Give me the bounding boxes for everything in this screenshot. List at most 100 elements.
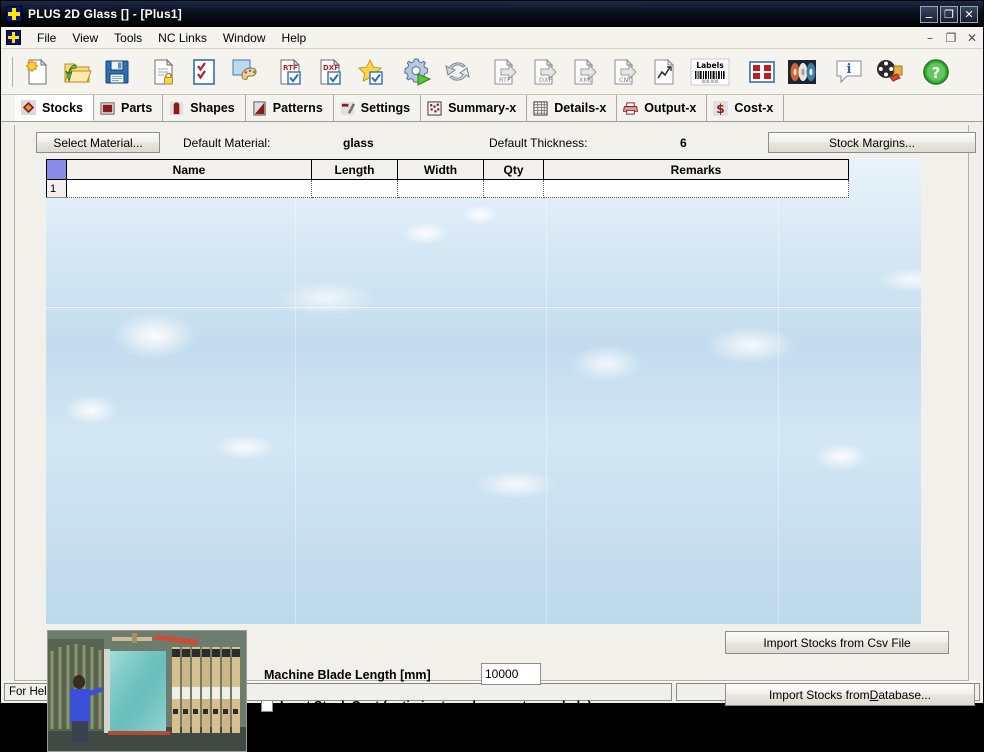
sky-background-image — [46, 159, 921, 624]
input-stock-cost-label: Input Stock Cost (optimize to reduce cos… — [280, 699, 592, 713]
default-material-label: Default Material: — [183, 136, 271, 150]
app-logo-icon[interactable] — [6, 6, 22, 22]
cell-qty[interactable] — [483, 179, 544, 198]
tab-label: Parts — [121, 101, 153, 115]
open-folder-icon[interactable] — [58, 53, 96, 91]
default-thickness-label: Default Thickness: — [489, 136, 588, 150]
menu-item-help[interactable]: Help — [274, 29, 315, 47]
default-thickness-value: 6 — [680, 136, 687, 150]
rolls-icon[interactable] — [783, 53, 821, 91]
menu-item-file[interactable]: File — [29, 29, 64, 47]
select-all-corner[interactable] — [46, 159, 67, 180]
cell-name[interactable] — [66, 179, 312, 198]
svg-text:DXF: DXF — [539, 76, 552, 84]
tab-summary-x[interactable]: Summary-x — [421, 95, 528, 121]
refresh-arrows-icon[interactable] — [439, 53, 477, 91]
tab-patterns[interactable]: Patterns — [246, 95, 334, 121]
new-file-icon[interactable] — [18, 53, 56, 91]
tab-settings[interactable]: Settings — [334, 95, 422, 121]
tab-label: Summary-x — [448, 101, 517, 115]
tab-cost-x[interactable]: $ Cost-x — [707, 95, 785, 121]
chart-report-icon[interactable] — [646, 53, 684, 91]
column-header-remarks[interactable]: Remarks — [543, 159, 849, 180]
svg-text:XML: XML — [579, 76, 593, 84]
import-db-label-pre: Import Stocks from — [768, 687, 870, 702]
menu-item-nc-links[interactable]: NC Links — [150, 29, 215, 47]
rtf-check-icon[interactable]: RTF — [272, 53, 310, 91]
svg-text:000-000: 000-000 — [702, 79, 719, 84]
menu-item-window[interactable]: Window — [215, 29, 274, 47]
stocks-panel: Select Material... Default Material: gla… — [14, 125, 976, 752]
minimize-icon: _ — [925, 3, 933, 19]
summary-icon — [427, 100, 442, 116]
import-db-label-post: atabase... — [878, 687, 932, 702]
pattern-icon — [253, 100, 266, 116]
close-button[interactable]: ✕ — [960, 5, 978, 23]
tab-label: Output-x — [644, 101, 697, 115]
info-icon[interactable]: i — [830, 53, 868, 91]
column-header-length[interactable]: Length — [311, 159, 398, 180]
mdi-close-button[interactable]: ✕ — [965, 31, 979, 45]
settings-icon — [340, 101, 355, 115]
toolbar-grip[interactable] — [9, 56, 13, 87]
menu-item-view[interactable]: View — [64, 29, 106, 47]
tab-output-x[interactable]: Output-x — [617, 95, 708, 121]
input-stock-cost-checkbox-row[interactable]: Input Stock Cost (optimize to reduce cos… — [261, 699, 592, 713]
film-reel-icon[interactable] — [870, 53, 908, 91]
dollar-icon: $ — [713, 100, 729, 116]
layout-grid-icon[interactable] — [743, 53, 781, 91]
menu-bar: File View Tools NC Links Window Help – ❐… — [1, 27, 983, 49]
column-header-qty[interactable]: Qty — [483, 159, 544, 180]
svg-text:CNC: CNC — [619, 76, 633, 84]
shape-icon — [170, 101, 184, 115]
mdi-restore-button[interactable]: ❐ — [944, 31, 958, 45]
menu-item-tools[interactable]: Tools — [106, 29, 150, 47]
maximize-icon: ❐ — [944, 7, 954, 21]
tab-shapes[interactable]: Shapes — [163, 95, 246, 121]
tab-stocks[interactable]: Stocks — [15, 95, 94, 121]
svg-text:RTF: RTF — [499, 76, 511, 84]
cell-width[interactable] — [397, 179, 484, 198]
column-header-width[interactable]: Width — [397, 159, 484, 180]
import-stocks-database-button[interactable]: Import Stocks from Database... — [725, 683, 975, 706]
stock-margins-button[interactable]: Stock Margins... — [768, 132, 976, 153]
export-cnc-icon[interactable]: CNC — [606, 53, 644, 91]
lock-document-icon[interactable] — [145, 53, 183, 91]
svg-text:RTF: RTF — [283, 64, 298, 72]
maximize-button[interactable]: ❐ — [940, 5, 958, 23]
star-check-icon[interactable] — [352, 53, 390, 91]
labels-barcode-icon[interactable]: Labels 000-000 — [686, 53, 734, 91]
cell-length[interactable] — [311, 179, 398, 198]
select-material-button[interactable]: Select Material... — [36, 132, 160, 153]
stock-grid-table[interactable]: Name Length Width Qty Remarks 1 — [46, 159, 849, 198]
dxf-check-icon[interactable]: DXF — [312, 53, 350, 91]
column-header-name[interactable]: Name — [66, 159, 312, 180]
checklist-icon[interactable] — [185, 53, 223, 91]
cell-remarks[interactable] — [543, 179, 849, 198]
export-rtf-icon[interactable]: RTF — [486, 53, 524, 91]
save-disk-icon[interactable] — [98, 53, 136, 91]
document-logo-icon[interactable] — [6, 30, 21, 45]
gear-play-icon[interactable] — [399, 53, 437, 91]
row-number[interactable]: 1 — [46, 179, 67, 198]
palette-icon[interactable] — [225, 53, 263, 91]
svg-text:i: i — [847, 62, 852, 77]
export-xml-icon[interactable]: XML — [566, 53, 604, 91]
import-stocks-csv-button[interactable]: Import Stocks from Csv File — [725, 631, 949, 654]
import-db-accesskey: D — [869, 687, 879, 702]
machine-blade-length-input[interactable]: 10000 — [481, 663, 541, 685]
module-tabs: Stocks Parts Shapes Patterns Settings Su… — [1, 95, 983, 122]
help-question-icon[interactable]: ? — [917, 53, 955, 91]
tab-label: Cost-x — [734, 101, 774, 115]
tab-parts[interactable]: Parts — [94, 95, 164, 121]
mdi-minimize-button[interactable]: – — [923, 31, 937, 45]
printer-icon — [623, 101, 639, 115]
client-area: Select Material... Default Material: gla… — [1, 122, 983, 752]
input-stock-cost-checkbox[interactable] — [261, 700, 273, 712]
minimize-button[interactable]: _ — [920, 3, 938, 23]
glass-panels-warehouse-photo — [47, 630, 247, 752]
table-row[interactable]: 1 — [46, 179, 849, 198]
tab-label: Shapes — [190, 101, 235, 115]
export-dxf-icon[interactable]: DXF — [526, 53, 564, 91]
tab-details-x[interactable]: Details-x — [527, 95, 618, 121]
